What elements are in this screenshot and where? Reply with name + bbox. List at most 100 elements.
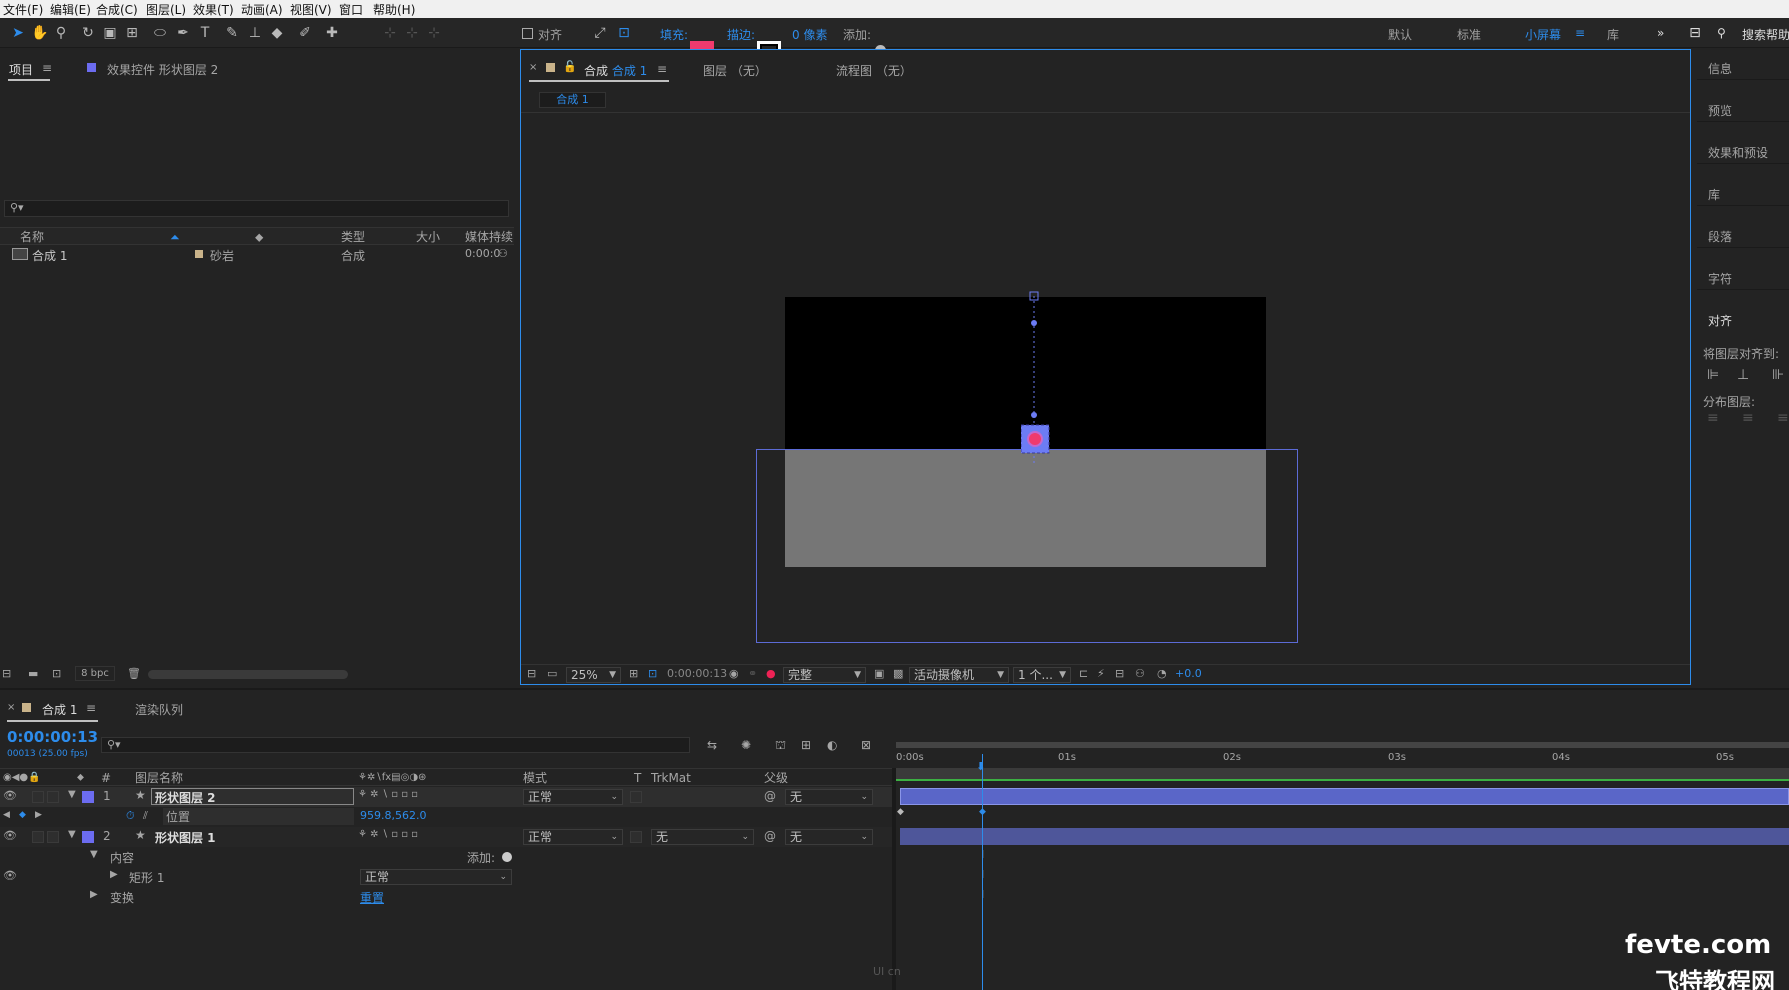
column-layer-name[interactable]: 图层名称	[135, 769, 183, 787]
flowchart-icon[interactable]: ⚇	[498, 247, 508, 260]
toggle-pixel-aspect-icon[interactable]: ⊏	[1079, 667, 1088, 680]
column-duration[interactable]: 媒体持续	[465, 228, 513, 246]
hand-tool-icon[interactable]: ✋	[30, 23, 50, 43]
solo-switch[interactable]	[32, 831, 44, 843]
panel-paragraph[interactable]: 段落	[1708, 228, 1732, 245]
column-trkmat[interactable]: TrkMat	[651, 769, 691, 787]
new-composition-icon[interactable]: ⊡	[52, 667, 61, 680]
property-group-contents[interactable]: ▼ 内容 添加:	[0, 847, 892, 867]
tab-project[interactable]: 项目	[9, 61, 33, 78]
layer-name[interactable]: 形状图层 1	[155, 829, 216, 846]
zoom-dropdown[interactable]: 25% ▼	[566, 667, 621, 683]
layer-row[interactable]: 👁 ▼ 2 ★ 形状图层 1 ⚘ ✲ ∖ ▫ ▫ ▫ 正常 ⌄ 无 ⌄ @ 无 ⌄	[0, 827, 892, 847]
sync-settings-icon[interactable]: ⊟	[1685, 23, 1705, 43]
bpc-button[interactable]: 8 bpc	[75, 666, 115, 681]
align-left-icon[interactable]: ⊫	[1707, 367, 1719, 383]
stroke-width-value[interactable]: 0 像素	[792, 26, 827, 43]
flowchart-icon[interactable]: ⚇	[1135, 667, 1145, 680]
views-dropdown[interactable]: 1 个... ▼	[1013, 667, 1071, 683]
collapse-triangle-icon[interactable]: ▶	[90, 889, 98, 900]
menu-effect[interactable]: 效果(T)	[193, 1, 234, 18]
reset-link[interactable]: 重置	[360, 889, 384, 906]
align-center-icon[interactable]: ⊥	[1737, 367, 1749, 383]
label-icon[interactable]: ⬥	[77, 769, 84, 787]
more-workspaces-icon[interactable]: »	[1657, 26, 1664, 40]
distribute-bottom-icon[interactable]: ≡	[1777, 410, 1789, 426]
preserve-transparency-switch[interactable]	[630, 831, 642, 843]
selection-tool-icon[interactable]: ➤	[8, 23, 28, 43]
menu-edit[interactable]: 编辑(E)	[50, 1, 91, 18]
column-name[interactable]: 名称	[20, 228, 44, 246]
layer-label-color[interactable]	[82, 831, 94, 843]
menu-view[interactable]: 视图(V)	[290, 1, 332, 18]
lock-icon[interactable]: 🔓	[563, 60, 577, 73]
collapse-triangle-icon[interactable]: ▶	[110, 869, 118, 880]
roto-brush-tool-icon[interactable]: ✐	[295, 23, 315, 43]
layer-switches-icons[interactable]: ⚘ ✲ ∖ ▫ ▫ ▫	[358, 829, 418, 840]
zoom-tool-icon[interactable]: ⚲	[51, 23, 71, 43]
panel-library[interactable]: 库	[1708, 186, 1720, 203]
axis-world-icon[interactable]: ⊹	[402, 23, 422, 43]
column-type[interactable]: 类型	[341, 228, 365, 246]
panel-info[interactable]: 信息	[1708, 60, 1732, 77]
workspace-menu-icon[interactable]: ≡	[1575, 26, 1585, 40]
show-snapshot-icon[interactable]: ⚭	[748, 667, 757, 680]
safe-margins-icon[interactable]: ⊡	[648, 667, 657, 680]
pick-whip-icon[interactable]: @	[764, 789, 776, 803]
graph-icon[interactable]: ⫽	[143, 809, 148, 823]
expand-triangle-icon[interactable]: ▼	[68, 789, 76, 800]
time-ruler[interactable]: 0:00s 01s 02s 03s 04s 05s	[896, 750, 1789, 768]
trkmat-dropdown[interactable]: 无 ⌄	[651, 829, 754, 845]
position-value[interactable]: 959.8,562.0	[360, 809, 426, 822]
clone-stamp-tool-icon[interactable]: ⊥	[245, 23, 265, 43]
current-time-indicator[interactable]	[982, 754, 983, 990]
blend-mode-dropdown[interactable]: 正常 ⌄	[523, 829, 623, 845]
axis-view-icon[interactable]: ⊹	[424, 23, 444, 43]
timeline-icon[interactable]: ⊟	[1115, 667, 1124, 680]
add-keyframe-icon[interactable]: ◆	[19, 810, 26, 820]
puppet-pin-tool-icon[interactable]: ✚	[322, 23, 342, 43]
menu-help[interactable]: 帮助(H)	[373, 1, 415, 18]
sort-ascending-icon[interactable]: ⏶	[170, 228, 180, 246]
tab-layer[interactable]: 图层 （无）	[703, 62, 767, 79]
axis-local-icon[interactable]: ⊹	[380, 23, 400, 43]
horizontal-scrollbar[interactable]	[148, 670, 348, 679]
panel-character[interactable]: 字符	[1708, 270, 1732, 287]
menu-animation[interactable]: 动画(A)	[241, 1, 283, 18]
delete-icon[interactable]: 🗑	[127, 667, 141, 680]
expand-triangle-icon[interactable]: ▼	[90, 849, 98, 860]
rotate-tool-icon[interactable]: ↻	[78, 23, 98, 43]
distribute-center-icon[interactable]: ≡	[1742, 410, 1754, 426]
stopwatch-icon[interactable]: ⏱	[126, 809, 135, 823]
timeline-search-input[interactable]: ⚲▾	[101, 737, 690, 753]
panel-menu-icon[interactable]: ≡	[657, 62, 667, 76]
eraser-tool-icon[interactable]: ◆	[267, 23, 287, 43]
lock-switch[interactable]	[47, 831, 59, 843]
switches-icons[interactable]: ⚘✲∖fx▤◎◑⊛	[358, 769, 426, 787]
transparency-grid-icon[interactable]: ▩	[893, 667, 903, 680]
menu-window[interactable]: 窗口	[339, 1, 363, 18]
property-row-position[interactable]: ◀ ◆ ▶ ⏱ ⫽ 位置 959.8,562.0	[0, 807, 892, 827]
panel-align[interactable]: 对齐	[1708, 312, 1732, 329]
camera-dropdown[interactable]: 活动摄像机 ▼	[909, 667, 1009, 683]
expand-triangle-icon[interactable]: ▼	[68, 829, 76, 840]
blend-mode-dropdown[interactable]: 正常 ⌄	[523, 789, 623, 805]
workspace-standard[interactable]: 标准	[1457, 26, 1481, 43]
playhead-icon[interactable]: ⬇	[976, 760, 985, 773]
panel-menu-icon[interactable]: ≡	[42, 61, 52, 75]
layer-2-bar[interactable]	[900, 828, 1789, 845]
shy-layers-icon[interactable]: ⛫	[775, 738, 786, 754]
solo-switch[interactable]	[32, 791, 44, 803]
project-search-input[interactable]: ⚲▾	[4, 200, 509, 217]
exposure-value[interactable]: +0.0	[1175, 667, 1202, 680]
search-help-input[interactable]: 搜索帮助	[1742, 26, 1789, 43]
motion-path[interactable]	[1021, 290, 1061, 510]
fast-preview-icon[interactable]: ⚡	[1097, 667, 1105, 680]
menu-composition[interactable]: 合成(C)	[96, 1, 138, 18]
layer-1-bar[interactable]	[900, 788, 1789, 805]
work-area-bar[interactable]	[896, 742, 1789, 748]
parent-dropdown[interactable]: 无 ⌄	[785, 789, 873, 805]
graph-editor-icon[interactable]: ⊠	[861, 738, 871, 752]
lock-switch[interactable]	[47, 791, 59, 803]
monitor-icon[interactable]: ▭	[547, 667, 557, 680]
